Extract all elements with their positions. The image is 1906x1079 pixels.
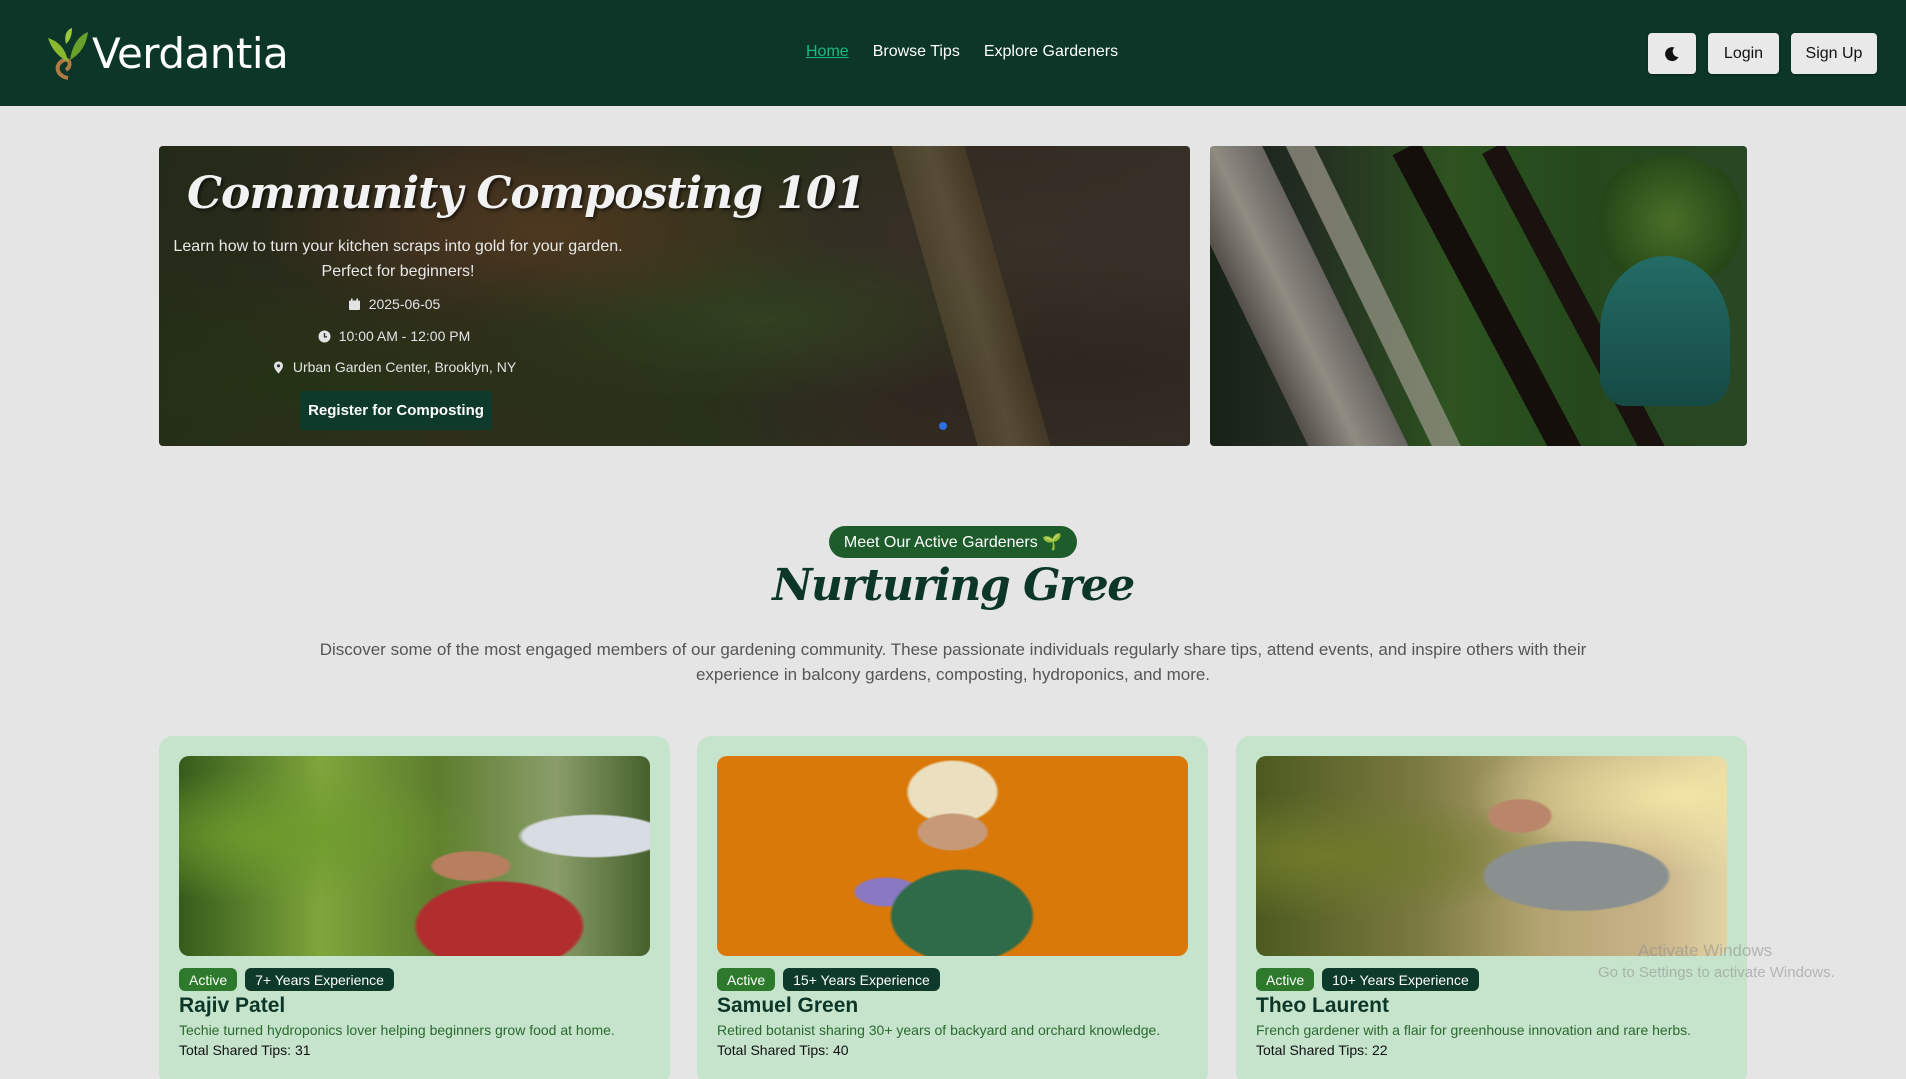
- status-badge: Active: [179, 968, 238, 991]
- login-button[interactable]: Login: [1708, 33, 1779, 74]
- hero-date-text: 2025-06-05: [368, 296, 441, 312]
- hero-title: Community Composting 101: [187, 168, 866, 219]
- gardener-name: Rajiv Patel: [179, 994, 286, 1017]
- gardener-card[interactable]: Active 15+ Years Experience Samuel Green…: [697, 736, 1208, 1079]
- experience-badge: 7+ Years Experience: [245, 968, 394, 991]
- hero-time: 10:00 AM - 12:00 PM: [159, 328, 629, 344]
- carousel-indicator-dot[interactable]: [939, 422, 947, 430]
- gardener-bio: French gardener with a flair for greenho…: [1256, 1022, 1692, 1038]
- status-badge: Active: [1256, 968, 1315, 991]
- status-badge: Active: [717, 968, 776, 991]
- gardener-name: Theo Laurent: [1256, 994, 1390, 1017]
- hero-location: Urban Garden Center, Brooklyn, NY: [159, 359, 629, 375]
- calendar-icon: [348, 298, 360, 310]
- theme-toggle-button[interactable]: [1648, 33, 1696, 74]
- moon-icon: [1665, 46, 1679, 61]
- nav-link-explore-gardeners[interactable]: Explore Gardeners: [984, 43, 1118, 61]
- hero-location-text: Urban Garden Center, Brooklyn, NY: [292, 359, 517, 375]
- gardener-name: Samuel Green: [717, 994, 859, 1017]
- hero-date: 2025-06-05: [159, 296, 629, 312]
- nav-links: Home Browse Tips Explore Gardeners: [806, 43, 1118, 61]
- location-pin-icon: [273, 361, 283, 373]
- section-title: Nurturing Gree: [772, 560, 1135, 611]
- hero-slide-next[interactable]: [1210, 146, 1747, 446]
- sprout-logo-icon: [48, 28, 88, 80]
- register-button[interactable]: Register for Composting: [300, 391, 492, 430]
- gardener-tips-count: Total Shared Tips: 31: [179, 1042, 311, 1058]
- watermark-title: Activate Windows: [1638, 941, 1773, 960]
- experience-badge: 10+ Years Experience: [1322, 968, 1479, 991]
- watermark-subtitle: Go to Settings to activate Windows.: [1598, 964, 1835, 981]
- gardener-bio: Retired botanist sharing 30+ years of ba…: [717, 1022, 1161, 1038]
- clock-icon: [318, 330, 331, 342]
- gardener-tips-count: Total Shared Tips: 40: [717, 1042, 849, 1058]
- experience-badge: 15+ Years Experience: [783, 968, 940, 991]
- gardener-tips-count: Total Shared Tips: 22: [1256, 1042, 1388, 1058]
- hero-description: Learn how to turn your kitchen scraps in…: [173, 238, 623, 280]
- windows-activation-watermark: Activate Windows Go to Settings to activ…: [1598, 940, 1835, 984]
- gardener-card[interactable]: Active 7+ Years Experience Rajiv Patel T…: [159, 736, 670, 1079]
- hero-time-text: 10:00 AM - 12:00 PM: [338, 328, 471, 344]
- brand-name: Verdantia: [92, 28, 289, 78]
- nav-link-home[interactable]: Home: [806, 43, 849, 61]
- nav-link-browse-tips[interactable]: Browse Tips: [873, 43, 960, 61]
- gardener-photo: [1256, 756, 1727, 956]
- brand[interactable]: Verdantia: [46, 26, 289, 80]
- signup-button[interactable]: Sign Up: [1791, 33, 1877, 74]
- gardener-photo: [179, 756, 650, 956]
- hero-slide-active: Community Composting 101 Learn how to tu…: [159, 146, 1190, 446]
- gardener-photo: [717, 756, 1188, 956]
- gardener-card[interactable]: Active 10+ Years Experience Theo Laurent…: [1236, 736, 1747, 1079]
- section-description: Discover some of the most engaged member…: [319, 640, 1587, 684]
- section-badge: Meet Our Active Gardeners 🌱: [829, 526, 1077, 558]
- navbar: Verdantia Home Browse Tips Explore Garde…: [0, 0, 1906, 106]
- gardener-bio: Techie turned hydroponics lover helping …: [179, 1022, 615, 1038]
